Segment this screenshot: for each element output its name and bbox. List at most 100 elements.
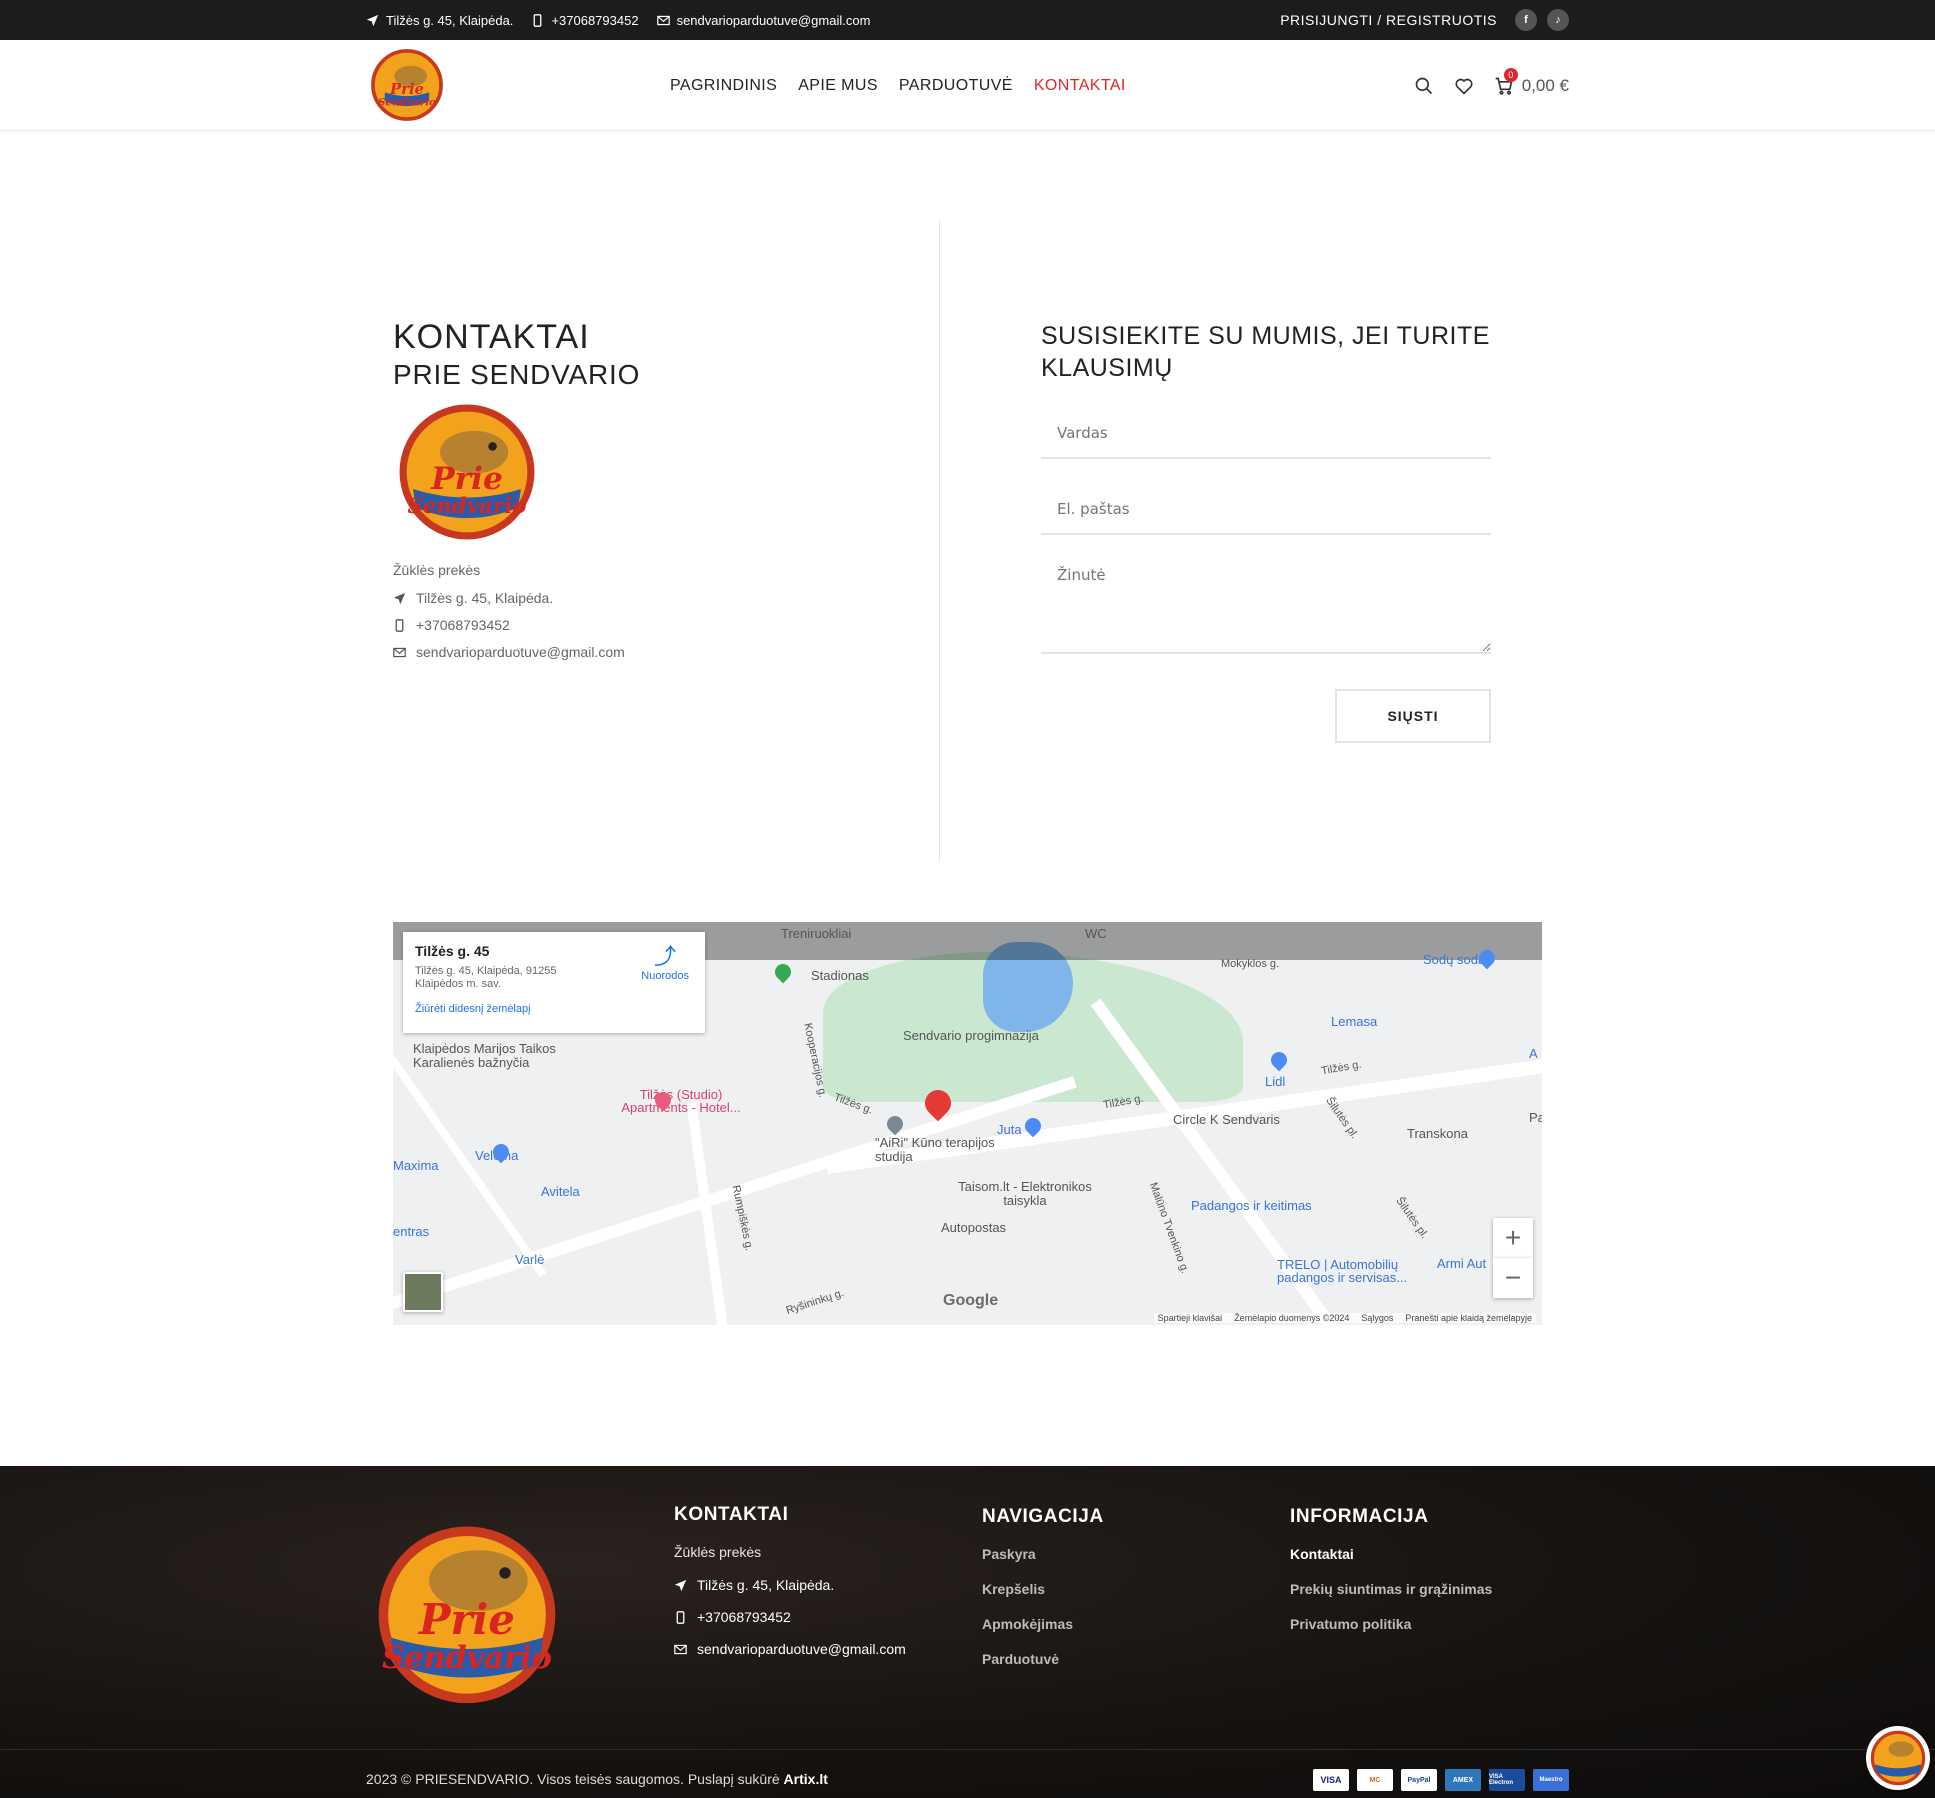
map-label: Varlė — [515, 1252, 545, 1267]
footer-contacts: KONTAKTAI Žūklės prekės Tilžės g. 45, Kl… — [674, 1504, 906, 1673]
nav-item-apie-mus[interactable]: APIE MUS — [798, 77, 878, 95]
phone-icon — [534, 13, 542, 27]
map-label: Sendvario progimnazija — [903, 1028, 1039, 1043]
footer-link-kontaktai[interactable]: Kontaktai — [1290, 1546, 1492, 1562]
footer-link-krepselis[interactable]: Krepšelis — [982, 1581, 1104, 1597]
location-arrow-icon — [393, 592, 406, 604]
contact-address: Tilžės g. 45, Klaipėda. — [393, 590, 893, 606]
footer-info-title: INFORMACIJA — [1290, 1506, 1429, 1527]
topbar-phone[interactable]: +37068793452 — [531, 13, 639, 28]
map-terms-link[interactable]: Sąlygos — [1361, 1313, 1393, 1323]
directions-button[interactable]: ⤴ Nuorodos — [641, 944, 689, 983]
site-logo[interactable]: Prie Sendvario — [368, 48, 446, 122]
floating-logo-icon — [1870, 1730, 1926, 1786]
column-divider — [939, 220, 940, 862]
directions-icon: ⤴ — [654, 944, 677, 969]
map-label: Tilžės g. — [1320, 1058, 1363, 1078]
zoom-out-button[interactable]: − — [1493, 1258, 1533, 1298]
map-label: WC — [1085, 926, 1107, 941]
developer-link[interactable]: Artix.lt — [784, 1771, 828, 1787]
floating-logo-button[interactable] — [1866, 1726, 1930, 1790]
contact-email[interactable]: sendvarioparduotuve@gmail.com — [393, 644, 893, 660]
google-map[interactable]: Treniruokliai WC Stadionas Sodų sodas Mo… — [393, 922, 1542, 1325]
paypal-icon: PayPal — [1401, 1769, 1437, 1791]
satellite-toggle[interactable] — [403, 1272, 443, 1312]
login-register-link[interactable]: PRISIJUNGTI / REGISTRUOTIS — [1280, 12, 1497, 28]
google-logo: Google — [943, 1292, 999, 1309]
page-title: KONTAKTAI — [393, 318, 590, 356]
search-icon[interactable] — [1414, 76, 1434, 96]
name-field[interactable] — [1041, 409, 1491, 459]
map-poi-icon[interactable] — [1267, 1048, 1291, 1072]
topbar-address: Tilžės g. 45, Klaipėda. — [366, 13, 513, 28]
svg-text:Prie: Prie — [418, 1595, 515, 1644]
footer-logo[interactable]: Prie Sendvario — [368, 1516, 566, 1706]
send-button[interactable]: SIŲSTI — [1335, 689, 1491, 743]
contact-phone[interactable]: +37068793452 — [393, 617, 893, 633]
nav-item-pagrindinis[interactable]: PAGRINDINIS — [670, 77, 777, 95]
footer-navigation: NAVIGACIJA Paskyra Krepšelis Apmokėjimas… — [982, 1506, 1104, 1686]
footer-contacts-title: KONTAKTAI — [674, 1504, 789, 1525]
svg-text:Sendvario: Sendvario — [382, 1640, 552, 1676]
map-label: Juta — [997, 1122, 1022, 1137]
footer-category: Žūklės prekės — [674, 1544, 762, 1560]
mail-icon — [393, 647, 406, 657]
nav-item-parduotuve[interactable]: PARDUOTUVĖ — [899, 77, 1013, 95]
mastercard-icon: MC — [1357, 1769, 1393, 1791]
footer-link-siuntimas[interactable]: Prekių siuntimas ir grąžinimas — [1290, 1581, 1492, 1597]
map-label: Avitela — [541, 1184, 580, 1199]
maestro-icon: Maestro — [1533, 1769, 1569, 1791]
map-label: Lemasa — [1331, 1014, 1378, 1029]
tiktok-icon[interactable]: ♪ — [1547, 9, 1569, 31]
map-label: Malūno Tvenkino g. — [1146, 1180, 1191, 1276]
footer-link-paskyra[interactable]: Paskyra — [982, 1546, 1104, 1562]
view-larger-map-link[interactable]: Žiūrėti didesnį žemėlapį — [415, 1003, 693, 1015]
cart-button[interactable]: 0 0,00 € — [1494, 67, 1569, 96]
footer-nav-title: NAVIGACIJA — [982, 1506, 1104, 1527]
site-header: Prie Sendvario PAGRINDINIS APIE MUS PARD… — [0, 40, 1935, 131]
payment-methods: VISA MC PayPal AMEX VISA Electron Maestr… — [1313, 1769, 1569, 1791]
visa-electron-icon: VISA Electron — [1489, 1769, 1525, 1791]
map-label: Tilžės (Studio) Apartments - Hotel... — [621, 1087, 741, 1115]
main-nav: PAGRINDINIS APIE MUS PARDUOTUVĖ KONTAKTA… — [670, 40, 1126, 131]
map-label: Maxima — [393, 1158, 439, 1173]
map-label: Circle K Sendvaris — [1173, 1112, 1280, 1127]
map-label: Lidl — [1265, 1074, 1286, 1089]
svg-text:Sendvario: Sendvario — [378, 97, 436, 109]
location-arrow-icon — [366, 14, 379, 26]
topbar-email[interactable]: sendvarioparduotuve@gmail.com — [656, 13, 870, 28]
phone-icon — [676, 1610, 685, 1624]
footer-phone[interactable]: +37068793452 — [674, 1609, 906, 1625]
email-field[interactable] — [1041, 485, 1491, 535]
svg-text:Prie: Prie — [430, 461, 503, 497]
map-label: A — [1529, 1046, 1538, 1061]
cart-count-badge: 0 — [1503, 67, 1518, 82]
phone-icon — [395, 618, 404, 632]
site-footer: Prie Sendvario KONTAKTAI Žūklės prekės T… — [0, 1466, 1935, 1798]
heart-icon[interactable] — [1454, 76, 1474, 96]
map-label: Ryšininkų g. — [784, 1287, 846, 1317]
mail-icon — [656, 15, 670, 25]
zoom-in-button[interactable]: + — [1493, 1218, 1533, 1258]
map-shortcuts-link[interactable]: Spartieji klavišai — [1158, 1313, 1223, 1323]
footer-link-privatumas[interactable]: Privatumo politika — [1290, 1616, 1492, 1632]
map-label: Transkona — [1407, 1126, 1468, 1141]
map-label: Šilutės pl. — [1393, 1195, 1431, 1241]
map-label: TRELO | Automobilių padangos ir servisas… — [1277, 1257, 1408, 1285]
contact-info-section: KONTAKTAI PRIE SENDVARIO Prie Sendvario … — [393, 318, 893, 671]
facebook-icon[interactable]: f — [1515, 9, 1537, 31]
message-field[interactable] — [1041, 552, 1491, 654]
map-label: Autopostas — [941, 1220, 1007, 1235]
footer-information: INFORMACIJA Kontaktai Prekių siuntimas i… — [1290, 1506, 1492, 1651]
svg-text:Sendvario: Sendvario — [408, 494, 527, 519]
footer-link-apmokejimas[interactable]: Apmokėjimas — [982, 1616, 1104, 1632]
map-info-window: Tilžės g. 45 Tilžės g. 45, Klaipėda, 912… — [403, 932, 705, 1033]
map-label: Mokyklos g. — [1221, 958, 1280, 970]
nav-item-kontaktai[interactable]: KONTAKTAI — [1034, 77, 1126, 95]
mail-icon — [674, 1644, 687, 1654]
footer-link-parduotuve[interactable]: Parduotuvė — [982, 1651, 1104, 1667]
footer-email[interactable]: sendvarioparduotuve@gmail.com — [674, 1641, 906, 1657]
map-poi-icon[interactable] — [771, 960, 795, 984]
map-report-link[interactable]: Pranešti apie klaidą žemėlapyje — [1405, 1313, 1532, 1323]
map-label: Armi Aut — [1437, 1256, 1487, 1271]
